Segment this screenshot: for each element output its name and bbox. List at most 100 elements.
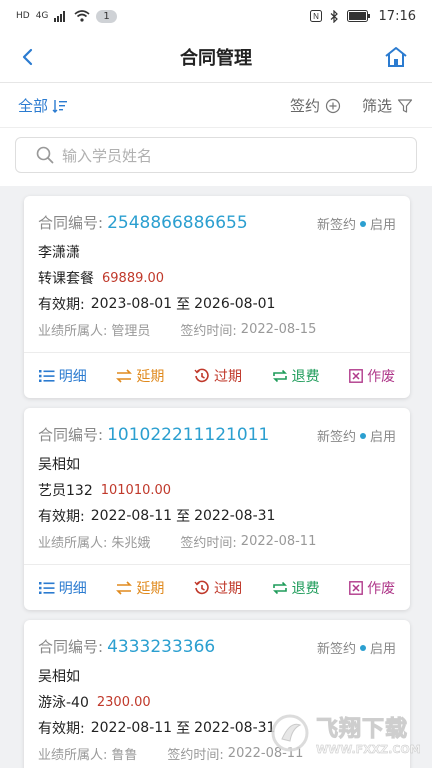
nav-bar: 合同管理 <box>0 32 432 82</box>
course-name: 游泳-40 <box>38 695 89 711</box>
back-button[interactable] <box>14 44 40 70</box>
course-price: 101010.00 <box>100 482 172 498</box>
filter-icon <box>397 98 413 113</box>
search-box[interactable]: 输入学员姓名 <box>15 137 417 173</box>
validity-to: 至 <box>176 297 191 313</box>
swap-icon <box>116 580 133 595</box>
owner-label: 业绩所属人: <box>38 748 108 763</box>
validity-end: 2022-08-31 <box>194 720 276 736</box>
watermark-text: 飞翔下载 <box>316 716 409 742</box>
owner-name: 鲁鲁 <box>111 748 138 763</box>
home-icon <box>385 47 407 67</box>
course-name: 艺员132 <box>38 483 93 499</box>
void-button[interactable]: 作废 <box>349 366 395 386</box>
validity-to: 至 <box>176 509 191 525</box>
sim-indicator: HD <box>16 11 30 21</box>
home-button[interactable] <box>382 43 410 71</box>
contract-number[interactable]: 4333233366 <box>107 637 215 657</box>
contract-card[interactable]: 合同编号: 101022211121011 新签约 启用 吴相如 艺员132 1… <box>24 408 410 610</box>
validity-label: 有效期: <box>38 509 85 525</box>
battery-icon <box>346 10 370 22</box>
repeat-icon <box>272 369 287 382</box>
nfc-icon: N <box>309 10 322 22</box>
watermark-url: WWW.FXXZ.COM <box>316 742 421 756</box>
contract-number[interactable]: 101022211121011 <box>107 425 269 445</box>
close-box-icon <box>349 368 364 383</box>
refund-label: 退费 <box>291 580 320 597</box>
contract-no-label: 合同编号: <box>38 426 104 444</box>
expire-label: 过期 <box>213 580 242 597</box>
bluetooth-icon <box>330 9 338 23</box>
status-dot-icon <box>359 432 366 439</box>
contract-state: 启用 <box>369 218 396 233</box>
validity-label: 有效期: <box>38 297 85 313</box>
contract-state: 启用 <box>369 430 396 445</box>
network-type: 4G <box>35 11 49 21</box>
void-button[interactable]: 作废 <box>349 578 395 598</box>
contract-card[interactable]: 合同编号: 2548866886655 新签约 启用 李潇潇 转课套餐 6988… <box>24 196 410 398</box>
sign-label: 签约 <box>290 97 321 115</box>
detail-button[interactable]: 明细 <box>38 366 87 386</box>
status-dot-icon <box>359 220 366 227</box>
chevron-left-icon <box>22 48 33 66</box>
refund-button[interactable]: 退费 <box>272 578 320 598</box>
course-name: 转课套餐 <box>38 271 94 287</box>
watermark-logo-icon <box>271 714 309 752</box>
status-dot-icon <box>359 644 366 651</box>
sort-all-button[interactable]: 全部 <box>18 95 68 116</box>
validity-end: 2022-08-31 <box>194 508 276 524</box>
contract-no-label: 合同编号: <box>38 214 104 232</box>
validity-to: 至 <box>176 721 191 737</box>
contract-status: 新签约 启用 <box>317 214 396 233</box>
sign-button[interactable]: 签约 <box>290 95 341 116</box>
sort-icon <box>52 99 68 113</box>
validity-start: 2023-08-01 <box>90 296 173 312</box>
toolbar: 全部 签约 筛选 <box>0 82 432 128</box>
search-icon <box>36 146 54 164</box>
contract-status: 新签约 启用 <box>317 638 396 657</box>
history-icon <box>194 580 209 594</box>
search-area: 输入学员姓名 <box>0 128 432 186</box>
extend-button[interactable]: 延期 <box>116 366 164 386</box>
contract-state: 启用 <box>369 642 396 657</box>
detail-button[interactable]: 明细 <box>38 578 87 598</box>
swap-icon <box>116 368 133 383</box>
contract-no-label: 合同编号: <box>38 638 104 656</box>
svg-text:N: N <box>313 12 319 21</box>
history-icon <box>194 368 209 382</box>
contract-number[interactable]: 2548866886655 <box>107 213 248 233</box>
expire-button[interactable]: 过期 <box>194 578 242 598</box>
list-icon <box>38 369 55 382</box>
sort-all-label: 全部 <box>18 97 49 115</box>
sign-time-label: 签约时间: <box>167 748 224 763</box>
contract-type: 新签约 <box>316 642 356 657</box>
extend-label: 延期 <box>136 580 165 597</box>
refund-button[interactable]: 退费 <box>272 366 320 386</box>
contract-type: 新签约 <box>316 218 356 233</box>
plus-circle-icon <box>325 98 341 113</box>
validity-end: 2026-08-01 <box>194 296 276 312</box>
filter-button[interactable]: 筛选 <box>362 95 413 116</box>
validity-label: 有效期: <box>38 721 85 737</box>
filter-label: 筛选 <box>362 97 393 115</box>
repeat-icon <box>272 581 287 594</box>
owner-name: 朱兆娥 <box>111 536 151 551</box>
detail-label: 明细 <box>58 580 87 597</box>
watermark: 飞翔下载 WWW.FXXZ.COM <box>270 702 430 764</box>
void-label: 作废 <box>367 368 396 385</box>
extend-label: 延期 <box>136 368 165 385</box>
notification-count: 1 <box>96 9 117 23</box>
owner-name: 管理员 <box>111 324 151 339</box>
extend-button[interactable]: 延期 <box>116 578 164 598</box>
owner-label: 业绩所属人: <box>38 324 108 339</box>
expire-button[interactable]: 过期 <box>194 366 242 386</box>
sign-date: 2022-08-15 <box>240 322 317 337</box>
student-name: 吴相如 <box>38 669 80 685</box>
search-input[interactable]: 输入学员姓名 <box>62 145 152 166</box>
void-label: 作废 <box>367 580 396 597</box>
clock: 17:16 <box>378 8 416 24</box>
student-name: 李潇潇 <box>38 245 80 261</box>
card-actions: 明细 延期 过期 退费 作废 <box>24 564 410 610</box>
contract-type: 新签约 <box>316 430 356 445</box>
wifi-icon <box>74 10 90 22</box>
